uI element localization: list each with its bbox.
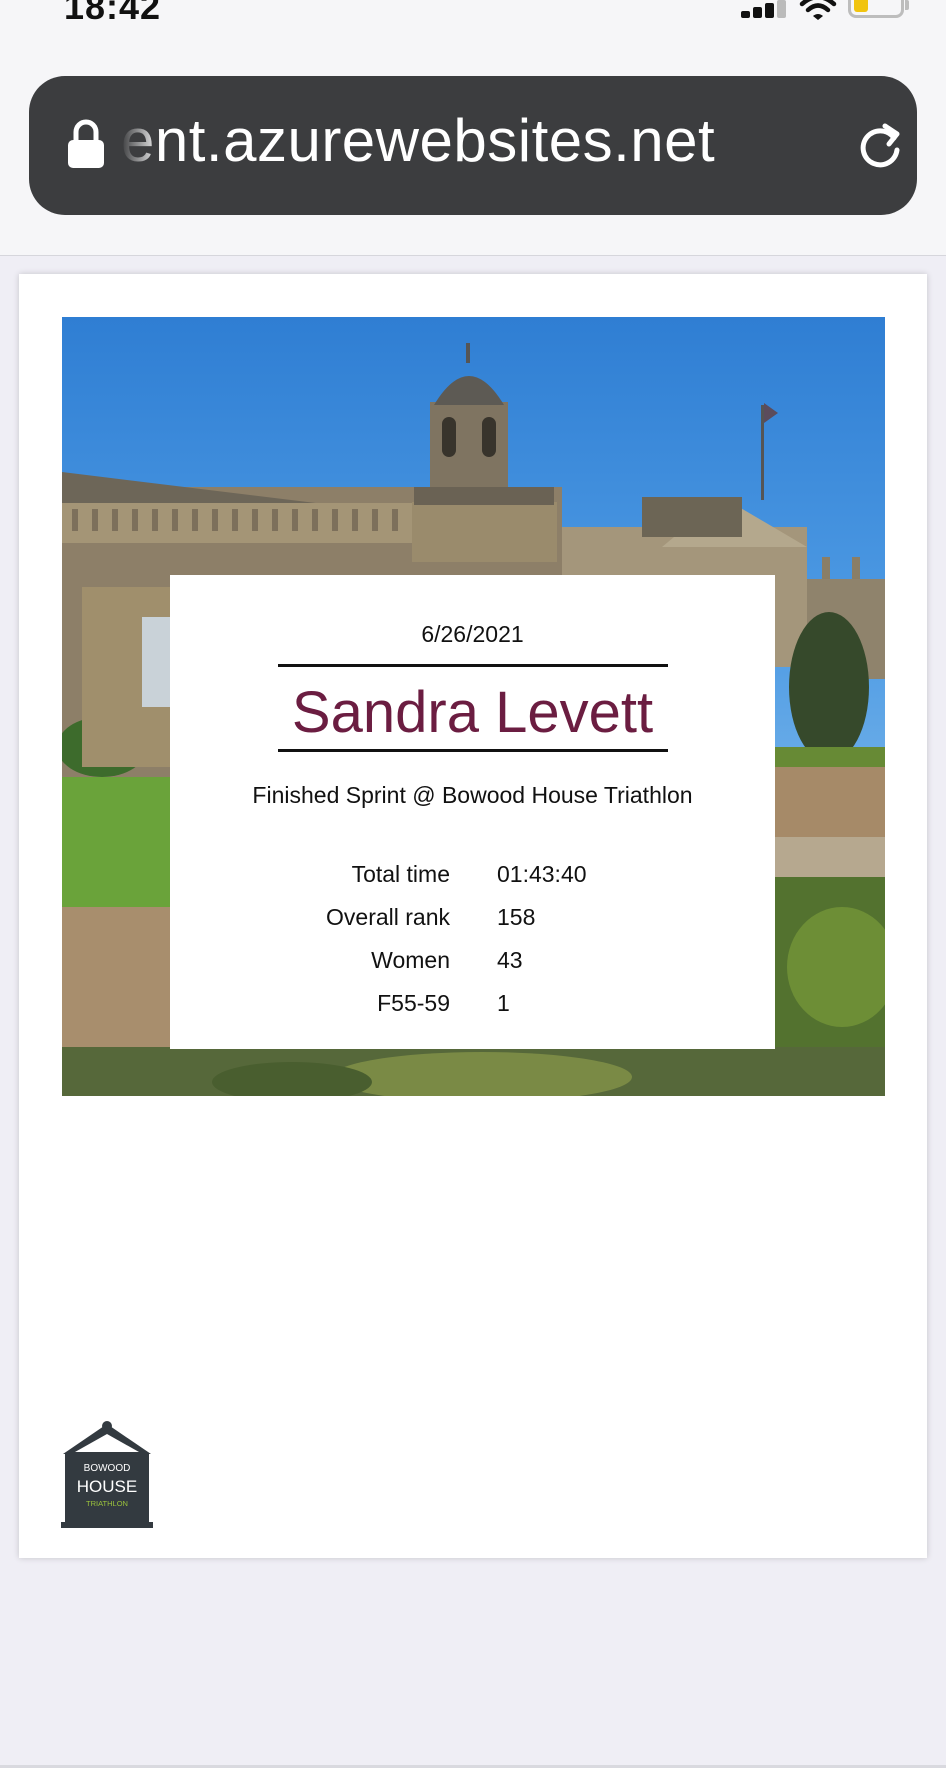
battery-icon	[848, 0, 909, 18]
stat-label-overall-rank: Overall rank	[326, 904, 450, 930]
stat-value-total-time: 01:43:40	[497, 861, 587, 887]
finish-summary: Finished Sprint @ Bowood House Triathlon	[252, 782, 693, 808]
logo-line-3: TRIATHLON	[86, 1499, 128, 1508]
hero-image: 6/26/2021 Sandra Levett Finished Sprint …	[62, 317, 885, 1096]
status-time: 18:42	[64, 0, 162, 27]
result-page: 6/26/2021 Sandra Levett Finished Sprint …	[19, 274, 927, 1558]
browser-chrome: ent.azurewebsites.net	[0, 40, 946, 256]
logo-line-2: HOUSE	[77, 1477, 137, 1496]
divider-bottom	[278, 749, 668, 752]
result-card: 6/26/2021 Sandra Levett Finished Sprint …	[170, 575, 775, 1049]
stat-label-age-group: F55-59	[377, 990, 450, 1016]
status-bar: 18:42	[0, 0, 946, 40]
stat-value-age-group: 1	[497, 990, 510, 1016]
bowood-house-logo: BOWOOD HOUSE TRIATHLON	[61, 1421, 153, 1528]
reload-icon[interactable]	[853, 120, 907, 174]
url-text[interactable]: ent.azurewebsites.net	[121, 106, 715, 175]
logo-line-1: BOWOOD	[84, 1463, 131, 1474]
stat-value-overall-rank: 158	[497, 904, 536, 930]
athlete-name: Sandra Levett	[291, 680, 654, 745]
divider-top	[278, 664, 668, 667]
event-date: 6/26/2021	[421, 621, 524, 647]
wifi-icon	[799, 0, 837, 20]
lock-icon	[68, 119, 104, 168]
stat-label-total-time: Total time	[351, 861, 450, 887]
stat-value-women: 43	[497, 947, 523, 973]
signal-icon	[741, 0, 787, 20]
address-bar[interactable]: ent.azurewebsites.net	[29, 76, 917, 215]
stat-label-women: Women	[371, 947, 450, 973]
